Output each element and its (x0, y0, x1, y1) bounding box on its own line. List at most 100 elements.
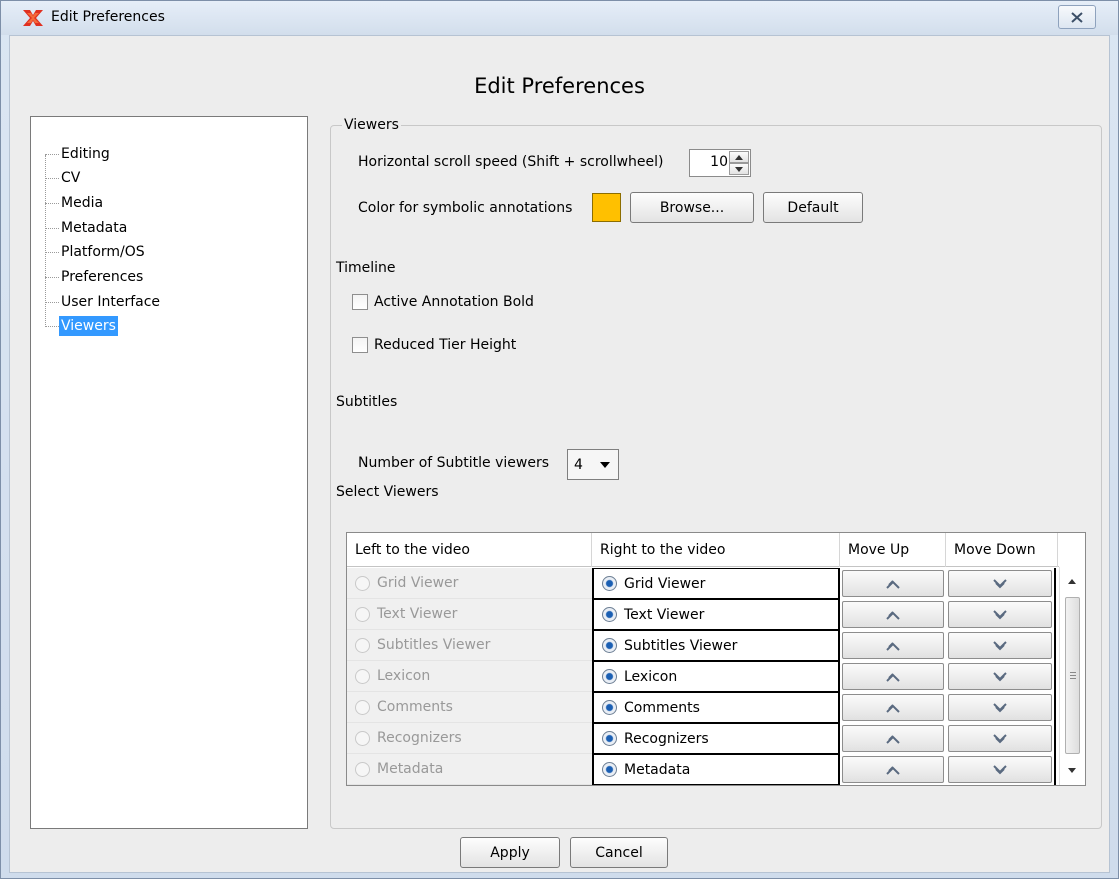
right-radio[interactable] (602, 731, 617, 746)
browse-button[interactable]: Browse... (630, 192, 754, 223)
subtitle-count-label: Number of Subtitle viewers (358, 455, 550, 471)
scroll-down-arrow-icon[interactable] (1068, 768, 1076, 773)
tree-item-label: Editing (61, 146, 110, 162)
chevron-down-icon (600, 461, 610, 468)
move-up-button[interactable] (842, 570, 944, 597)
right-radio[interactable] (602, 638, 617, 653)
right-cell[interactable]: Comments (592, 692, 840, 723)
scroll-up-arrow-icon[interactable] (1068, 579, 1076, 584)
dialog-heading: Edit Preferences (474, 74, 645, 98)
preferences-window: Edit Preferences Edit Preferences Editin… (0, 0, 1119, 879)
right-radio[interactable] (602, 669, 617, 684)
tree-item-preferences[interactable]: Preferences (45, 266, 145, 288)
right-cell[interactable]: Subtitles Viewer (592, 630, 840, 661)
tree-item-editing[interactable]: Editing (45, 143, 112, 165)
left-viewer-name: Subtitles Viewer (377, 637, 491, 653)
move-down-button[interactable] (948, 694, 1052, 721)
move-up-cell (840, 630, 946, 661)
double-chevron-down-icon (993, 640, 1007, 650)
apply-button[interactable]: Apply (460, 837, 560, 868)
move-down-button[interactable] (948, 632, 1052, 659)
table-row: Recognizers Recognizers (347, 723, 1059, 754)
move-down-cell (946, 661, 1056, 692)
subtitle-count-select[interactable]: 4 (567, 449, 619, 480)
double-chevron-up-icon (886, 703, 900, 713)
left-cell: Subtitles Viewer (347, 630, 592, 661)
move-up-button[interactable] (842, 663, 944, 690)
title-bar[interactable]: Edit Preferences (1, 1, 1118, 35)
close-button[interactable] (1058, 5, 1096, 29)
tree-branch (45, 301, 59, 303)
column-header-move-down[interactable]: Move Down (946, 533, 1058, 567)
right-viewer-name: Comments (624, 699, 700, 716)
left-radio (355, 761, 370, 777)
right-radio[interactable] (602, 700, 617, 715)
tree-item-metadata[interactable]: Metadata (45, 217, 129, 239)
move-up-button[interactable] (842, 694, 944, 721)
move-up-cell (840, 723, 946, 754)
move-up-button[interactable] (842, 632, 944, 659)
right-cell[interactable]: Lexicon (592, 661, 840, 692)
move-down-button[interactable] (948, 663, 1052, 690)
column-header-left[interactable]: Left to the video (347, 533, 592, 567)
table-scrollbar[interactable] (1059, 567, 1085, 785)
category-tree[interactable]: Editing CV Media Metadata Platform/OS Pr… (30, 116, 308, 829)
tree-item-viewers[interactable]: Viewers (45, 315, 118, 337)
right-radio[interactable] (602, 607, 617, 622)
tree-item-cv[interactable]: CV (45, 167, 82, 189)
column-header-right[interactable]: Right to the video (592, 533, 840, 567)
tree-item-label: CV (61, 170, 81, 186)
move-up-button[interactable] (842, 756, 944, 783)
scroll-speed-spinner[interactable]: 10 (689, 149, 751, 177)
tree-branch (45, 276, 59, 278)
column-header-move-up[interactable]: Move Up (840, 533, 946, 567)
cancel-button[interactable]: Cancel (570, 837, 668, 868)
viewers-table: Left to the video Right to the video Mov… (346, 532, 1086, 786)
spinner-decrement-button[interactable] (729, 163, 749, 175)
checkbox-box[interactable] (352, 337, 368, 353)
double-chevron-up-icon (886, 641, 900, 651)
spinner-increment-button[interactable] (729, 151, 749, 163)
window-title: Edit Preferences (51, 9, 165, 25)
select-viewers-title: Select Viewers (336, 484, 439, 500)
tree-item-label: Metadata (61, 220, 128, 236)
tree-item-user-interface[interactable]: User Interface (45, 291, 162, 313)
right-radio[interactable] (602, 762, 617, 777)
tree-branch (45, 177, 59, 179)
tree-branch (45, 153, 59, 155)
left-cell: Text Viewer (347, 599, 592, 630)
checkbox-box[interactable] (352, 294, 368, 310)
right-cell[interactable]: Recognizers (592, 723, 840, 754)
active-annotation-bold-checkbox[interactable]: Active Annotation Bold (352, 294, 534, 310)
move-up-button[interactable] (842, 601, 944, 628)
left-cell: Metadata (347, 754, 592, 785)
tree-item-label: Platform/OS (61, 244, 145, 260)
tree-item-media[interactable]: Media (45, 192, 105, 214)
reduced-tier-height-checkbox[interactable]: Reduced Tier Height (352, 337, 516, 353)
left-cell: Recognizers (347, 723, 592, 754)
checkbox-label: Reduced Tier Height (374, 337, 517, 353)
app-logo-icon (23, 10, 43, 26)
left-radio (355, 606, 370, 622)
double-chevron-up-icon (886, 672, 900, 682)
scrollbar-thumb[interactable] (1065, 597, 1080, 754)
move-down-button[interactable] (948, 756, 1052, 783)
move-up-button[interactable] (842, 725, 944, 752)
right-radio[interactable] (602, 576, 617, 591)
tree-item-platform-os[interactable]: Platform/OS (45, 241, 147, 263)
right-cell[interactable]: Metadata (592, 754, 840, 785)
double-chevron-down-icon (993, 764, 1007, 774)
move-up-cell (840, 692, 946, 723)
default-color-button[interactable]: Default (763, 192, 863, 223)
move-down-button[interactable] (948, 601, 1052, 628)
right-cell[interactable]: Grid Viewer (592, 568, 840, 599)
right-viewer-name: Lexicon (624, 668, 678, 685)
right-viewer-name: Metadata (624, 761, 691, 778)
color-swatch[interactable] (592, 193, 621, 222)
double-chevron-down-icon (993, 733, 1007, 743)
move-down-cell (946, 754, 1056, 785)
right-cell[interactable]: Text Viewer (592, 599, 840, 630)
move-down-cell (946, 723, 1056, 754)
move-down-button[interactable] (948, 725, 1052, 752)
move-down-button[interactable] (948, 570, 1052, 597)
